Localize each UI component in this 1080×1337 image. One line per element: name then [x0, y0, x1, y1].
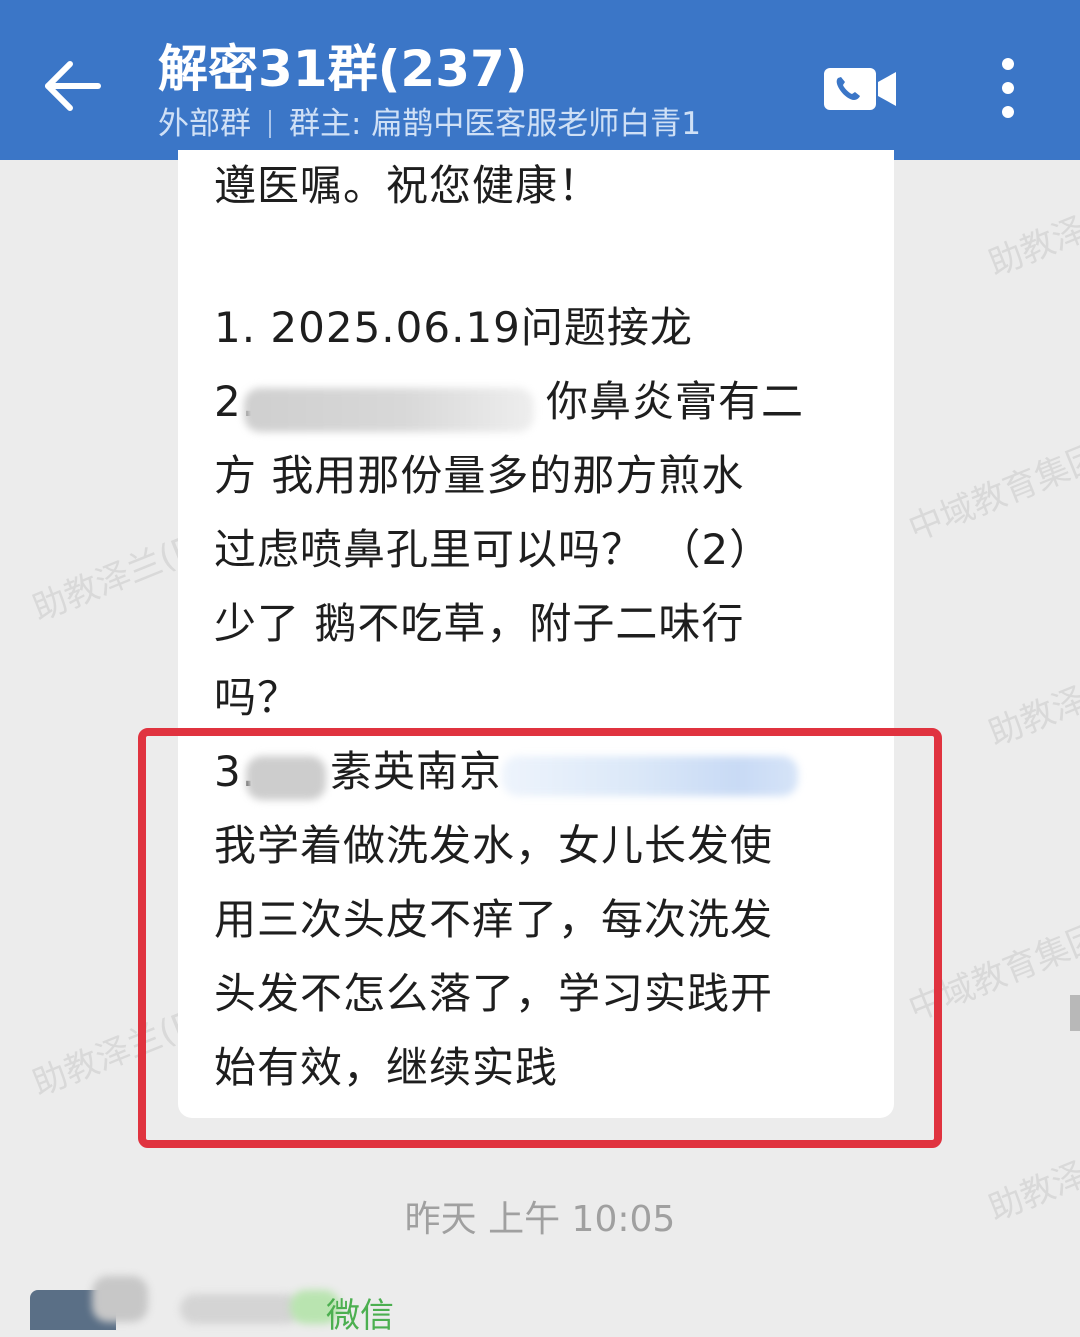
group-owner-label: 群主: 扁鹊中医客服老师白青1: [289, 106, 702, 142]
message-line: 方 我用那份量多的那方煎水: [214, 451, 745, 500]
video-call-icon[interactable]: [824, 66, 898, 112]
watermark-text: 中域教育集团: [902, 435, 1080, 550]
redacted-avatar: [92, 1276, 148, 1322]
highlight-box: [138, 728, 942, 1148]
group-subtitle: 外部群 群主: 扁鹊中医客服老师白青1: [158, 104, 701, 144]
redacted-name: [180, 1294, 300, 1324]
watermark-text: 助教泽兰(F: [26, 529, 199, 630]
message-line: 1. 2025.06.19问题接龙: [214, 303, 693, 352]
scrollbar[interactable]: [1070, 995, 1080, 1031]
message-timestamp: 昨天 上午 10:05: [404, 1199, 676, 1240]
chat-header: 解密31群(237) 外部群 群主: 扁鹊中医客服老师白青1: [0, 0, 1080, 160]
redacted-name: [244, 388, 534, 432]
message-line: 过虑喷鼻孔里可以吗？ （2）: [214, 525, 773, 574]
back-arrow-icon[interactable]: [40, 54, 104, 118]
message-line: 吗？: [214, 673, 301, 722]
subtitle-divider: [269, 110, 271, 138]
watermark-text: 助教泽: [982, 209, 1080, 285]
group-type-label: 外部群: [158, 106, 251, 142]
message-line: 你鼻炎膏有二: [546, 377, 805, 426]
message-line: 遵医嘱。祝您健康！: [214, 161, 602, 210]
more-options-icon[interactable]: [994, 56, 1022, 120]
watermark-text: 助教泽: [982, 679, 1080, 755]
sender-source-label: 微信: [326, 1296, 394, 1336]
message-line: 少了 鹅不吃草，附子二味行: [214, 599, 745, 648]
group-title[interactable]: 解密31群(237): [158, 38, 528, 100]
